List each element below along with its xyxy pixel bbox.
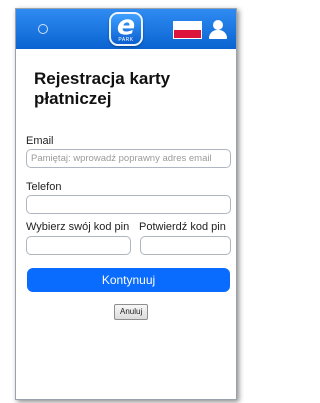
pin-confirm-label: Potwierdź kod pin <box>139 221 226 233</box>
top-bar: e PARK <box>16 9 236 49</box>
poland-flag-icon[interactable] <box>173 21 202 39</box>
cancel-button[interactable]: Anuluj <box>114 304 149 320</box>
phone-field[interactable] <box>26 195 231 214</box>
page-title: Rejestracja karty płatniczej <box>34 69 171 108</box>
epark-logo: e PARK <box>109 11 143 46</box>
email-field[interactable]: Pamiętaj: wprowadź poprawny adres email <box>26 149 231 168</box>
phone-label: Telefon <box>26 181 62 193</box>
pin-label: Wybierz swój kod pin <box>26 221 130 233</box>
app-window: e PARK Rejestracja karty płatniczej Emai… <box>15 8 237 400</box>
pin-field[interactable] <box>26 236 131 255</box>
email-label: Email <box>26 135 54 147</box>
pin-confirm-field[interactable] <box>140 236 231 255</box>
back-icon[interactable] <box>38 24 48 34</box>
user-icon[interactable] <box>209 20 227 39</box>
continue-button[interactable]: Kontynuuj <box>27 268 230 292</box>
logo-subtext: PARK <box>118 37 134 43</box>
